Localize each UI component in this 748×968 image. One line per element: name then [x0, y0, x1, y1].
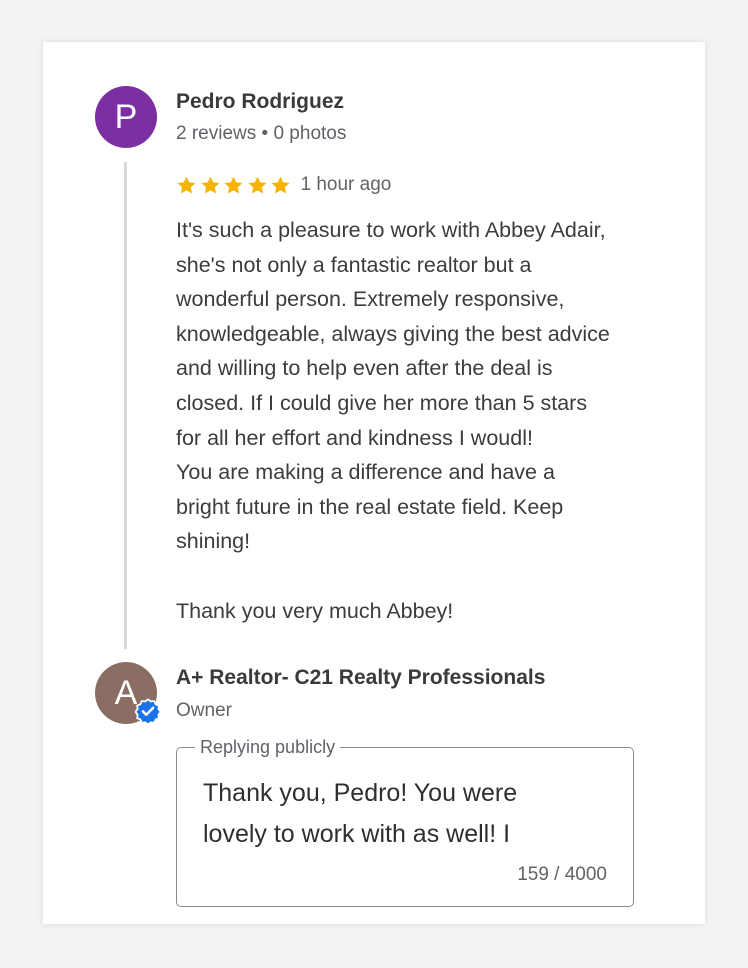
review-text-line: You are making a difference and have a — [176, 460, 555, 485]
reviewer-avatar-initial: P — [114, 97, 138, 136]
owner-name: A+ Realtor- C21 Realty Professionals — [176, 666, 546, 689]
reply-text-line: lovely to work with as well! I — [203, 820, 511, 848]
owner-avatar-initial: A — [114, 673, 138, 712]
star-icon — [200, 176, 220, 194]
star-rating — [176, 175, 294, 196]
review-time: 1 hour ago — [300, 174, 392, 195]
review-text-line: closed. If I could give her more than 5 … — [176, 390, 588, 415]
reply-textarea[interactable]: Thank you, Pedro! You were lovely to work… — [203, 773, 603, 859]
reply-text-line: Thank you, Pedro! You were — [203, 779, 518, 807]
star-icon — [224, 176, 243, 194]
review-text-line: Thank you very much Abbey! — [176, 598, 454, 623]
owner-role: Owner — [176, 700, 232, 721]
review-text-line: she's not only a fantastic realtor but a — [176, 252, 532, 277]
star-icon — [247, 176, 267, 194]
review-text-line: wonderful person. Extremely responsive, — [176, 287, 565, 312]
review-text-line: for all her effort and kindness I woudl! — [176, 425, 533, 450]
star-icon — [177, 176, 196, 194]
review-text-line: shining! — [176, 529, 251, 554]
review-text-line: It's such a pleasure to work with Abbey … — [176, 218, 606, 242]
star-icon — [271, 176, 290, 194]
thread-line — [124, 162, 127, 649]
reviewer-name[interactable]: Pedro Rodriguez — [176, 90, 344, 114]
review-card: P Pedro Rodriguez 2 reviews • 0 photos 1… — [43, 42, 705, 924]
verified-badge-icon — [135, 698, 161, 724]
character-counter: 159 / 4000 — [517, 864, 607, 885]
reply-field-label: Replying publicly — [195, 735, 341, 759]
reviewer-meta: 2 reviews • 0 photos — [176, 123, 347, 144]
review-text: It's such a pleasure to work with Abbey … — [176, 213, 686, 628]
reviewer-avatar[interactable]: P — [95, 86, 157, 148]
review-text-line: bright future in the real estate field. … — [176, 494, 564, 519]
review-paragraph-break — [176, 559, 686, 594]
reply-field[interactable]: Replying publicly Thank you, Pedro! You … — [176, 735, 634, 907]
review-text-line: knowledgeable, always giving the best ad… — [176, 321, 610, 346]
rating-row: 1 hour ago — [176, 171, 391, 199]
review-text-line: and willing to help even after the deal … — [176, 356, 553, 381]
